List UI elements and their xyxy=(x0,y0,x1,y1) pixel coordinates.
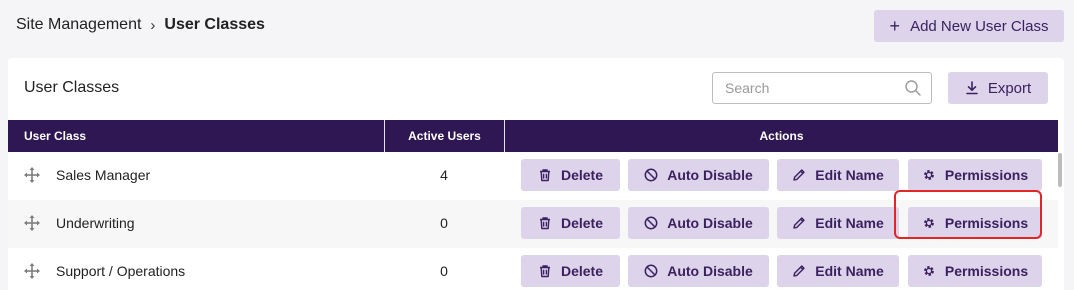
breadcrumb-separator: › xyxy=(150,16,156,34)
edit-name-button[interactable]: Edit Name xyxy=(777,207,899,239)
permissions-label: Permissions xyxy=(944,167,1029,183)
delete-label: Delete xyxy=(560,215,604,231)
column-header-user-class: User Class xyxy=(24,129,87,143)
user-class-name: Underwriting xyxy=(56,215,135,231)
user-classes-card: User Classes Export User Class Active Us… xyxy=(8,58,1064,290)
delete-button[interactable]: Delete xyxy=(521,207,620,239)
trash-icon xyxy=(539,217,550,230)
add-new-user-class-button[interactable]: + Add New User Class xyxy=(874,10,1064,42)
page-title: User Classes xyxy=(164,16,265,33)
column-header-active-users: Active Users xyxy=(384,120,504,152)
edit-name-button[interactable]: Edit Name xyxy=(777,159,899,191)
permissions-button[interactable]: Permissions xyxy=(908,159,1042,191)
breadcrumb: Site Management › User Classes xyxy=(16,16,265,34)
auto-disable-label: Auto Disable xyxy=(667,167,753,183)
user-class-name: Sales Manager xyxy=(56,167,151,183)
column-header-actions: Actions xyxy=(504,120,1058,152)
drag-handle-icon[interactable] xyxy=(24,215,40,231)
auto-disable-button[interactable]: Auto Disable xyxy=(628,255,769,287)
search-input[interactable] xyxy=(725,74,905,102)
pencil-icon xyxy=(793,217,805,229)
permissions-label: Permissions xyxy=(944,263,1029,279)
top-bar: Site Management › User Classes + Add New… xyxy=(0,0,1074,52)
permissions-button[interactable]: Permissions xyxy=(908,255,1042,287)
delete-label: Delete xyxy=(560,167,604,183)
pencil-icon xyxy=(793,169,805,181)
trash-icon xyxy=(539,169,550,182)
edit-name-label: Edit Name xyxy=(815,263,884,279)
ban-icon xyxy=(644,264,658,278)
auto-disable-button[interactable]: Auto Disable xyxy=(628,207,769,239)
ban-icon xyxy=(644,216,658,230)
user-class-name: Support / Operations xyxy=(56,263,186,279)
auto-disable-label: Auto Disable xyxy=(667,215,753,231)
gear-icon xyxy=(923,266,934,276)
trash-icon xyxy=(539,265,550,278)
ban-icon xyxy=(644,168,658,182)
add-new-user-class-label: Add New User Class xyxy=(910,17,1049,35)
edit-name-label: Edit Name xyxy=(815,167,884,183)
delete-label: Delete xyxy=(560,263,604,279)
plus-icon: + xyxy=(889,16,901,36)
auto-disable-button[interactable]: Auto Disable xyxy=(628,159,769,191)
export-button[interactable]: Export xyxy=(948,72,1048,104)
gear-icon xyxy=(923,170,934,180)
table-header: User Class Active Users Actions xyxy=(8,120,1058,152)
export-label: Export xyxy=(987,79,1032,97)
edit-name-label: Edit Name xyxy=(815,215,884,231)
delete-button[interactable]: Delete xyxy=(521,255,620,287)
active-users-count: 0 xyxy=(440,263,448,279)
card-title: User Classes xyxy=(24,79,120,96)
breadcrumb-parent[interactable]: Site Management xyxy=(16,16,141,34)
edit-name-button[interactable]: Edit Name xyxy=(777,255,899,287)
delete-button[interactable]: Delete xyxy=(521,159,620,191)
active-users-count: 0 xyxy=(440,215,448,231)
active-users-count: 4 xyxy=(440,167,448,183)
table-scrollbar[interactable] xyxy=(1058,153,1062,187)
pencil-icon xyxy=(793,265,805,277)
download-icon xyxy=(966,81,978,95)
search-box[interactable] xyxy=(712,72,932,104)
table-row: Support / Operations 0 Delete Auto Disab… xyxy=(8,248,1058,290)
drag-handle-icon[interactable] xyxy=(24,263,40,279)
search-icon[interactable] xyxy=(904,79,922,97)
drag-handle-icon[interactable] xyxy=(24,167,40,183)
auto-disable-label: Auto Disable xyxy=(667,263,753,279)
permissions-highlight-box xyxy=(894,190,1042,239)
